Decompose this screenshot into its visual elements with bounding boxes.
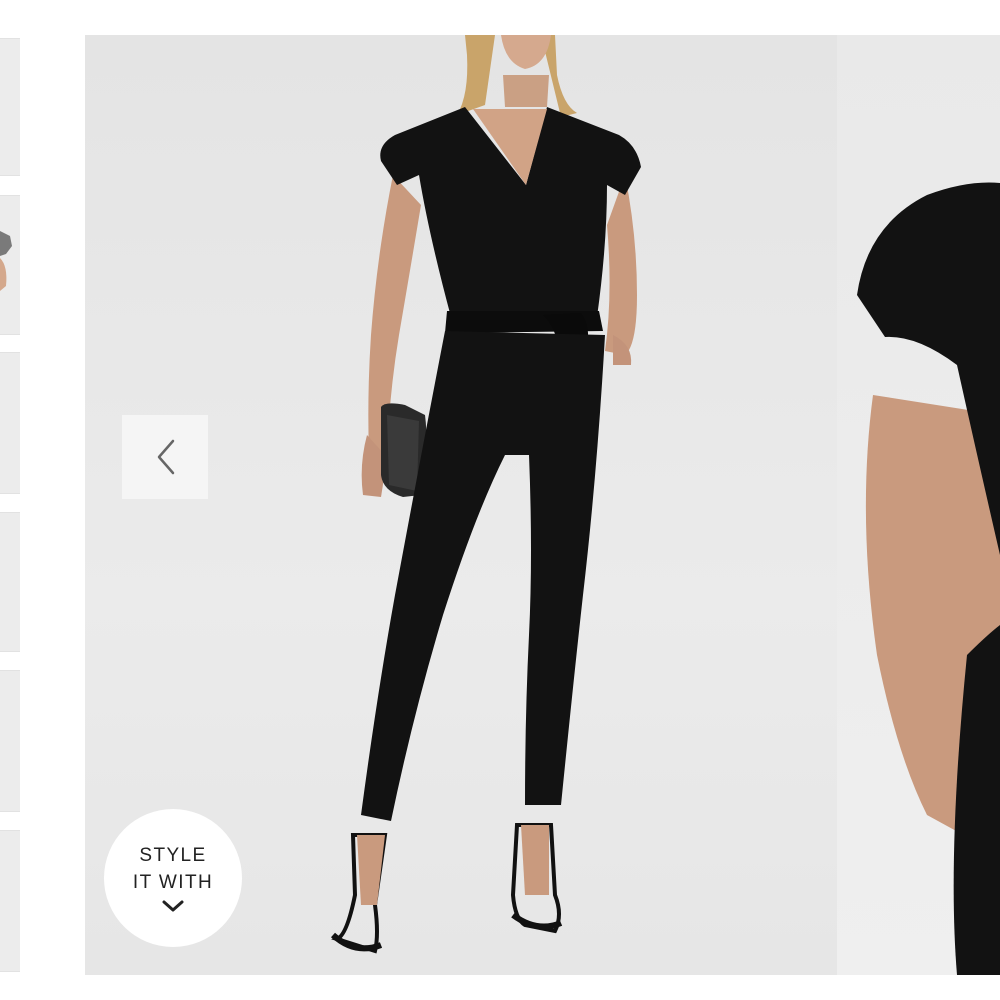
secondary-product-image[interactable] (837, 35, 1000, 975)
style-it-with-line2: IT WITH (132, 872, 214, 893)
thumbnail-2[interactable] (0, 195, 20, 335)
thumbnail-5[interactable] (0, 670, 20, 812)
style-it-with-line1: STYLE (139, 845, 207, 866)
thumbnail-6[interactable] (0, 830, 20, 972)
thumbnail-strip (0, 0, 22, 1000)
thumbnail-1[interactable] (0, 38, 20, 176)
previous-image-button[interactable] (122, 415, 208, 499)
thumbnail-4[interactable] (0, 512, 20, 652)
model-sleeve-closeup-photo (857, 182, 1000, 975)
chevron-left-icon (157, 439, 175, 475)
thumbnail-3[interactable] (0, 352, 20, 494)
chevron-down-icon (162, 900, 184, 912)
style-it-with-button[interactable]: STYLE IT WITH (104, 809, 242, 947)
